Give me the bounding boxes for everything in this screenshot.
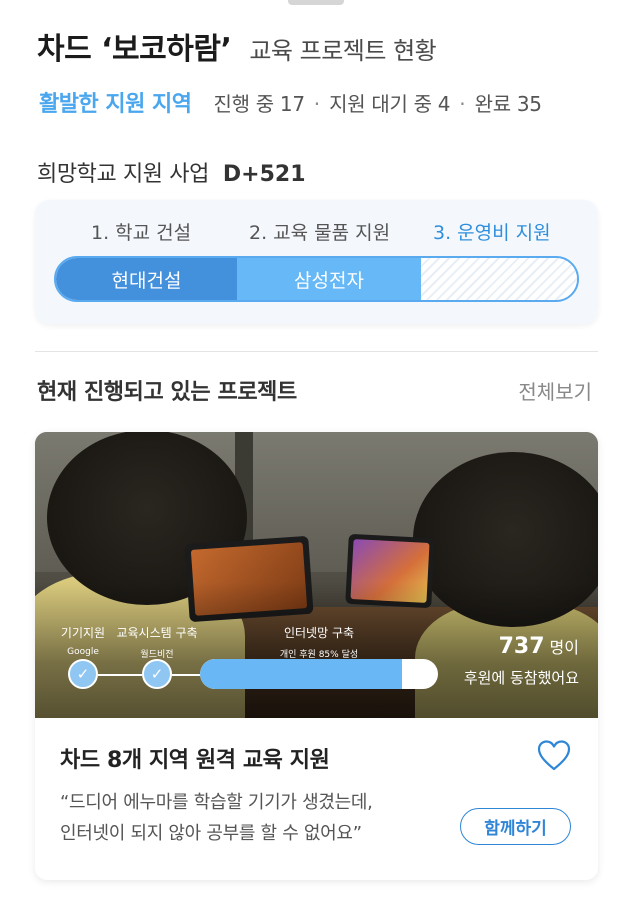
card-quote: “드디어 에누마를 학습할 기기가 생겼는데, 인터넷이 되지 않아 공부를 할…	[60, 787, 373, 849]
stat-completed: 완료 35	[474, 92, 542, 116]
milestone-3: 인터넷망 구축 개인 후원 85% 달성	[280, 624, 358, 660]
stat-separator: ·	[459, 92, 466, 116]
see-all-link[interactable]: 전체보기	[518, 376, 592, 405]
region-stats: 활발한 지원 지역 진행 중 17 · 지원 대기 중 4 · 완료 35	[39, 86, 542, 118]
milestone-2-title: 교육시스템 구축	[116, 626, 198, 640]
section-divider	[35, 351, 598, 352]
sheet-grabber[interactable]	[288, 0, 344, 5]
current-projects-heading: 현재 진행되고 있는 프로젝트	[37, 380, 297, 405]
active-regions-label[interactable]: 활발한 지원 지역	[39, 86, 192, 118]
check-icon: ✓	[142, 659, 172, 689]
heart-icon[interactable]	[536, 738, 572, 774]
page-subtitle: 교육 프로젝트 현황	[249, 37, 437, 65]
milestone-1-sub: Google	[67, 647, 99, 657]
project-steps-card[interactable]: 1. 학교 건설 2. 교육 물품 지원 3. 운영비 지원 현대건설 삼성전자	[35, 200, 598, 324]
quote-line-1: “드디어 에누마를 학습할 기기가 생겼는데,	[60, 792, 373, 813]
steps-progress-bar: 현대건설 삼성전자	[54, 256, 579, 302]
step-2-label: 2. 교육 물품 지원	[249, 222, 391, 244]
page-title: 차드 ‘보코하람’	[37, 32, 232, 67]
quote-line-2: 인터넷이 되지 않아 공부를 할 수 없어요”	[60, 823, 362, 844]
funding-progress-fill	[200, 659, 403, 689]
milestone-3-title: 인터넷망 구축	[283, 626, 355, 640]
funding-progress-bar	[200, 659, 438, 689]
milestone-1-title: 기기지원	[60, 626, 106, 640]
join-button[interactable]: 함께하기	[460, 808, 571, 845]
segment-sponsor-2: 삼성전자	[237, 258, 421, 300]
segment-pending	[421, 258, 577, 300]
project-card[interactable]: 기기지원 Google 교육시스템 구축 월드비전 인터넷망 구축 개인 후원 …	[35, 432, 598, 880]
donor-summary: 737 명이 후원에 동참했어요	[464, 634, 579, 688]
donor-text: 후원에 동참했어요	[463, 669, 579, 687]
milestone-2: 교육시스템 구축 월드비전	[116, 624, 197, 660]
project-heading: 희망학교 지원 사업 D+521	[37, 156, 306, 188]
stat-separator: ·	[313, 92, 321, 116]
check-icon: ✓	[68, 659, 98, 689]
card-title: 차드 8개 지역 원격 교육 지원	[60, 748, 330, 773]
project-photo: 기기지원 Google 교육시스템 구축 월드비전 인터넷망 구축 개인 후원 …	[35, 432, 598, 718]
donor-unit: 명이	[549, 638, 579, 657]
page-header: 차드 ‘보코하람’ 교육 프로젝트 현황	[37, 24, 437, 68]
stat-in-progress: 진행 중 17	[213, 92, 306, 116]
project-dday: D+521	[222, 162, 306, 187]
milestone-connector	[172, 674, 200, 676]
milestone-connector	[98, 674, 142, 676]
step-1-label: 1. 학교 건설	[91, 222, 192, 244]
project-name: 희망학교 지원 사업	[37, 162, 209, 187]
stat-waiting: 지원 대기 중 4	[329, 92, 451, 116]
step-3-label: 3. 운영비 지원	[433, 222, 551, 244]
milestone-1: 기기지원 Google	[61, 624, 105, 657]
segment-sponsor-1: 현대건설	[56, 258, 237, 300]
donor-count: 737	[498, 634, 545, 659]
